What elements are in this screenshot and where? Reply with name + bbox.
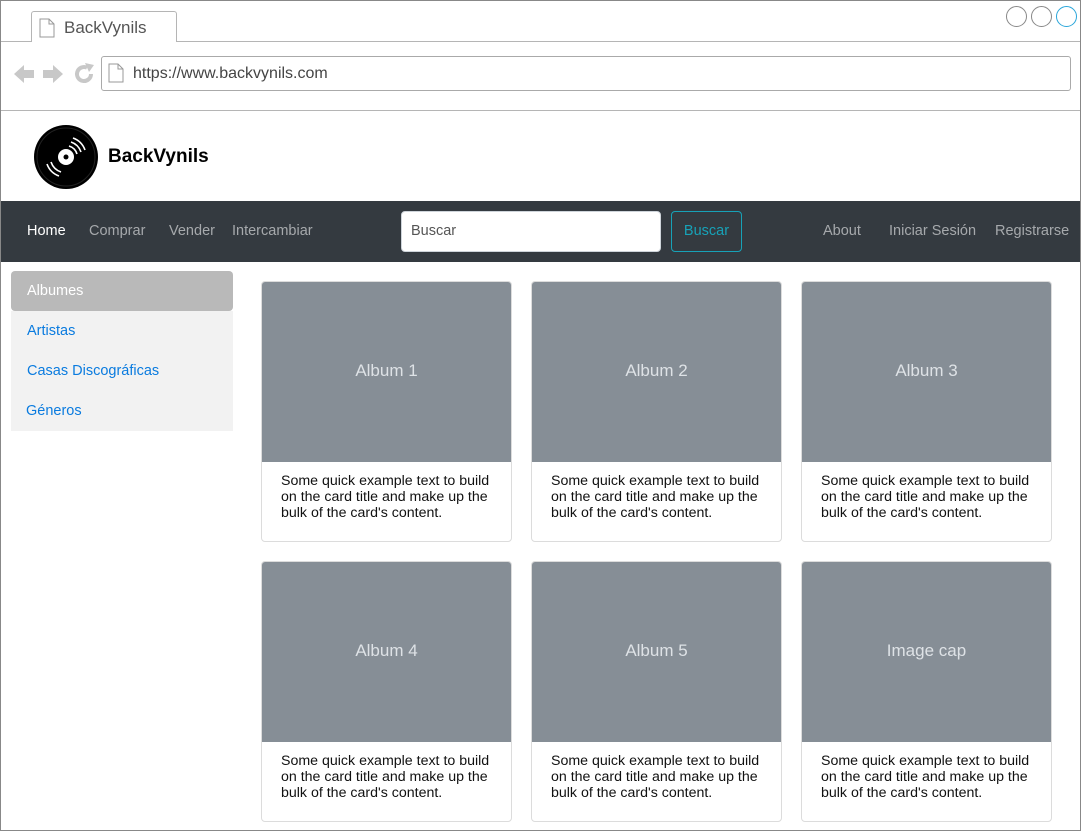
reload-icon[interactable] [72,62,96,91]
address-bar[interactable]: https://www.backvynils.com [101,56,1071,91]
album-card[interactable]: Album 5 Some quick example text to build… [531,561,782,822]
album-card[interactable]: Album 2 Some quick example text to build… [531,281,782,542]
window-maximize-button[interactable] [1031,6,1052,27]
card-text: Some quick example text to build on the … [821,473,1030,521]
url-text: https://www.backvynils.com [133,65,328,82]
card-image: Album 4 [262,562,511,742]
card-image: Image cap [802,562,1051,742]
site-brand[interactable]: BackVynils [108,146,209,168]
album-card[interactable]: Album 3 Some quick example text to build… [801,281,1052,542]
album-card[interactable]: Image cap Some quick example text to bui… [801,561,1052,822]
card-text: Some quick example text to build on the … [281,753,490,801]
card-image: Album 1 [262,282,511,462]
nav-home[interactable]: Home [27,223,66,239]
album-card[interactable]: Album 4 Some quick example text to build… [261,561,512,822]
sidebar-item-albumes[interactable]: Albumes [11,271,233,311]
back-arrow-icon[interactable] [12,62,36,91]
card-image-caption: Album 5 [625,641,688,660]
nav-about[interactable]: About [823,223,861,239]
address-toolbar: https://www.backvynils.com [1,42,1080,111]
card-image: Album 5 [532,562,781,742]
category-sidebar: Albumes Artistas Casas Discográficas Gén… [11,271,233,431]
vinyl-record-icon[interactable] [33,124,99,195]
card-image: Album 3 [802,282,1051,462]
site-header: BackVynils [1,111,1080,201]
nav-iniciar-sesion[interactable]: Iniciar Sesión [889,223,976,239]
card-image-caption: Album 2 [625,361,688,380]
card-image-caption: Album 1 [355,361,418,380]
card-image-caption: Album 3 [895,361,958,380]
card-image-caption: Album 4 [355,641,418,660]
nav-comprar[interactable]: Comprar [89,223,145,239]
sidebar-item-generos[interactable]: Géneros [11,391,233,431]
nav-registrarse[interactable]: Registrarse [995,223,1069,239]
search-input[interactable]: Buscar [401,211,661,252]
search-button[interactable]: Buscar [671,211,742,252]
card-text: Some quick example text to build on the … [821,753,1030,801]
forward-arrow-icon[interactable] [41,62,65,91]
card-text: Some quick example text to build on the … [281,473,490,521]
page-icon [39,18,55,43]
album-card[interactable]: Album 1 Some quick example text to build… [261,281,512,542]
page-icon [108,63,124,88]
card-image-caption: Image cap [886,641,967,660]
nav-intercambiar[interactable]: Intercambiar [232,223,313,239]
window-close-button[interactable] [1056,6,1077,27]
card-text: Some quick example text to build on the … [551,753,760,801]
tab-title: BackVynils [64,18,147,37]
browser-window: BackVynils https://www.backvynils.com Ba… [0,0,1081,831]
sidebar-item-artistas[interactable]: Artistas [11,311,233,351]
card-image: Album 2 [532,282,781,462]
tab-bar: BackVynils [1,1,1080,43]
window-minimize-button[interactable] [1006,6,1027,27]
browser-tab[interactable]: BackVynils [31,11,177,43]
nav-vender[interactable]: Vender [169,223,215,239]
sidebar-item-casas-discograficas[interactable]: Casas Discográficas [11,351,233,391]
main-navbar: Home Comprar Vender Intercambiar Buscar … [1,201,1080,262]
card-text: Some quick example text to build on the … [551,473,760,521]
